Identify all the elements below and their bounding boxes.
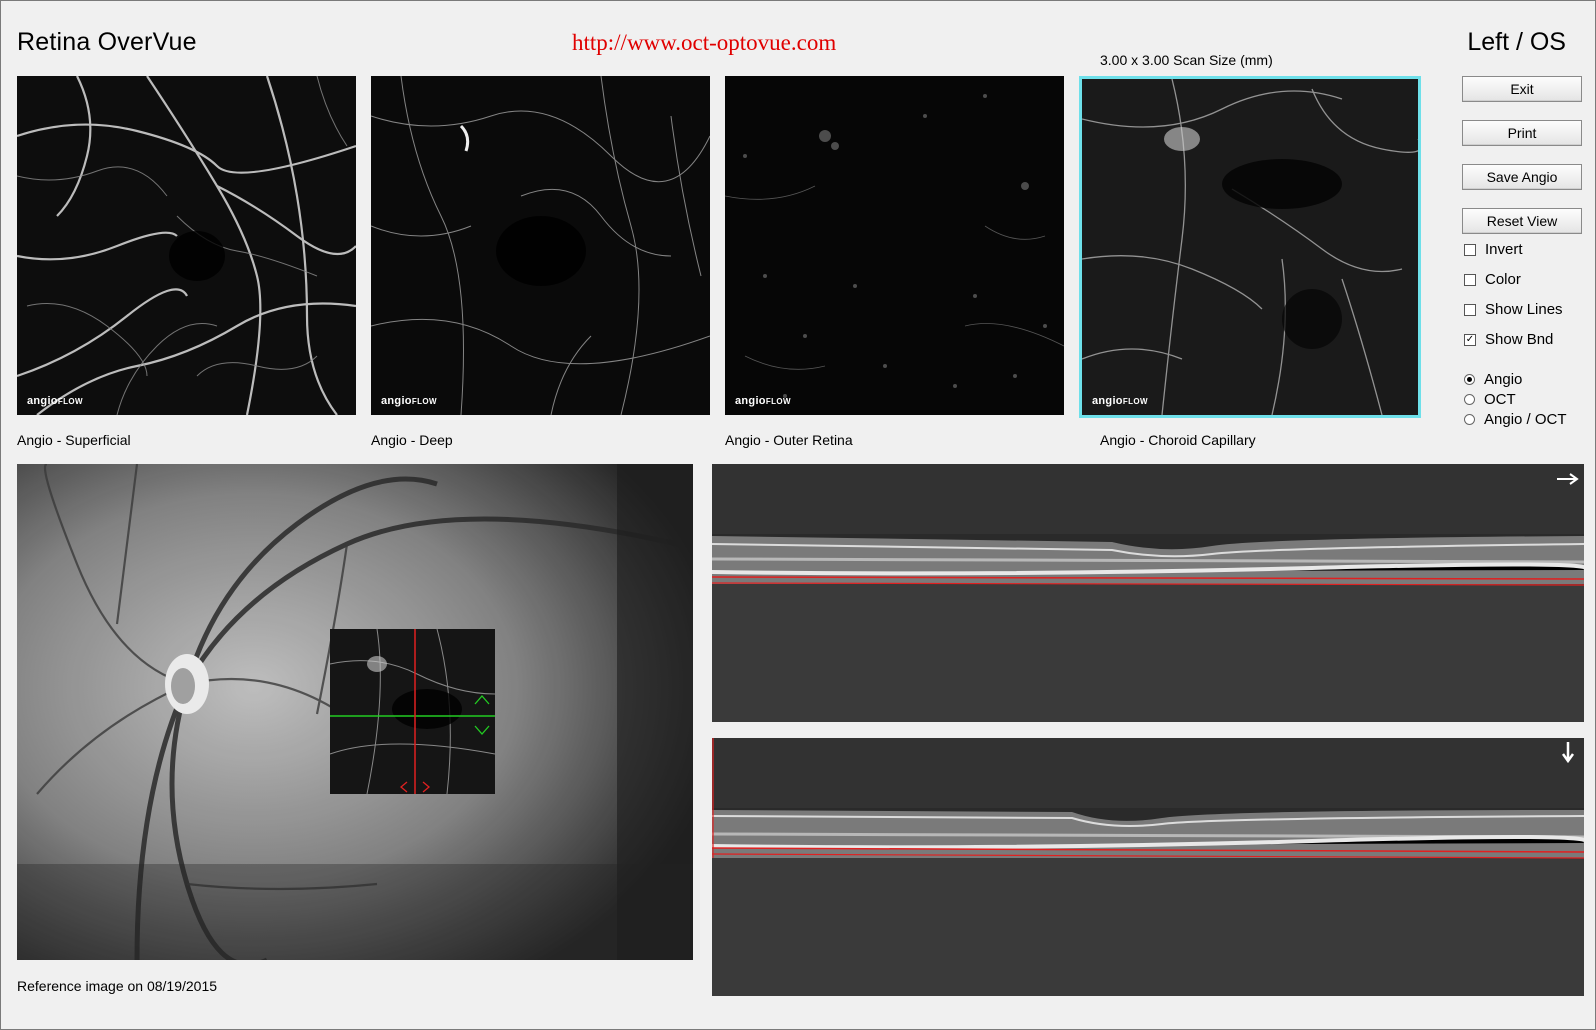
- caption-outer-retina: Angio - Outer Retina: [725, 432, 853, 448]
- angioflow-logo: angioFLOW: [27, 395, 83, 407]
- angio-choroid-capillary-image[interactable]: angioFLOW: [1079, 76, 1421, 418]
- angio-radio-label: Angio: [1484, 371, 1523, 388]
- checkbox-box[interactable]: [1464, 273, 1476, 286]
- angio-superficial-vessels: [17, 76, 356, 415]
- bscan-vertical-layers: [712, 738, 1584, 996]
- print-button[interactable]: Print: [1462, 120, 1582, 146]
- angio-outer-retina-noise: [725, 76, 1064, 415]
- website-url[interactable]: http://www.oct-optovue.com: [572, 30, 836, 56]
- radio-button[interactable]: [1464, 414, 1475, 425]
- oct-radio-label: OCT: [1484, 391, 1516, 408]
- app-title: Retina OverVue: [17, 28, 197, 56]
- angio-deep-vessels: [371, 76, 710, 415]
- angio-oct-radio-label: Angio / OCT: [1484, 411, 1567, 428]
- angio-deep-image[interactable]: angioFLOW: [371, 76, 710, 415]
- show-bnd-label: Show Bnd: [1485, 331, 1554, 348]
- checkbox-box-checked[interactable]: ✓: [1464, 333, 1476, 346]
- caption-choroid-capillary: Angio - Choroid Capillary: [1100, 432, 1256, 448]
- angio-choroid-vessels: [1082, 79, 1418, 415]
- scan-size-label: 3.00 x 3.00 Scan Size (mm): [1100, 52, 1273, 68]
- bscan-horizontal-layers: [712, 464, 1584, 722]
- angio-radio[interactable]: Angio: [1464, 371, 1522, 388]
- reference-caption: Reference image on 08/19/2015: [17, 978, 218, 994]
- show-lines-checkbox[interactable]: Show Lines: [1464, 301, 1563, 318]
- angioflow-logo: angioFLOW: [381, 395, 437, 407]
- fundus-vessels: [17, 464, 693, 960]
- exit-button[interactable]: Exit: [1462, 76, 1582, 102]
- angioflow-logo: angioFLOW: [735, 395, 791, 407]
- checkbox-box[interactable]: [1464, 243, 1476, 256]
- bscan-vertical[interactable]: [712, 738, 1584, 996]
- angio-outer-retina-image[interactable]: angioFLOW: [725, 76, 1064, 415]
- angio-oct-radio[interactable]: Angio / OCT: [1464, 411, 1567, 428]
- color-checkbox[interactable]: Color: [1464, 271, 1521, 288]
- oct-radio[interactable]: OCT: [1464, 391, 1516, 408]
- save-angio-button[interactable]: Save Angio: [1462, 164, 1582, 190]
- angioflow-logo: angioFLOW: [1092, 395, 1148, 407]
- reference-fundus-image[interactable]: [17, 464, 693, 960]
- radio-button-selected[interactable]: [1464, 374, 1475, 385]
- invert-label: Invert: [1485, 241, 1523, 258]
- reset-view-button[interactable]: Reset View: [1462, 208, 1582, 234]
- angio-superficial-image[interactable]: angioFLOW: [17, 76, 356, 415]
- bscan-horizontal[interactable]: [712, 464, 1584, 722]
- radio-button[interactable]: [1464, 394, 1475, 405]
- color-label: Color: [1485, 271, 1521, 288]
- show-bnd-checkbox[interactable]: ✓ Show Bnd: [1464, 331, 1553, 348]
- caption-superficial: Angio - Superficial: [17, 432, 131, 448]
- checkbox-box[interactable]: [1464, 303, 1476, 316]
- caption-deep: Angio - Deep: [371, 432, 453, 448]
- show-lines-label: Show Lines: [1485, 301, 1563, 318]
- eye-label: Left / OS: [1467, 28, 1566, 56]
- invert-checkbox[interactable]: Invert: [1464, 241, 1523, 258]
